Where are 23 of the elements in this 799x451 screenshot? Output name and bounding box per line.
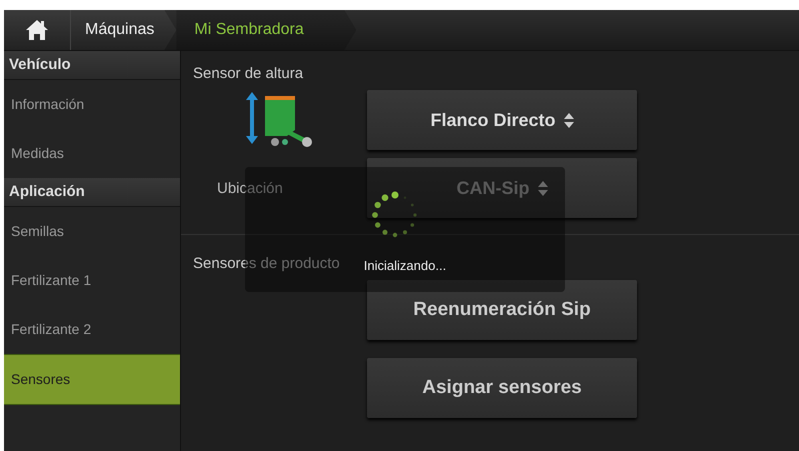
sidebar-item[interactable]: Fertilizante 2 (4, 305, 180, 354)
up-down-arrows-icon (538, 180, 548, 196)
action-button[interactable]: Asignar sensores (367, 358, 637, 418)
breadcrumb-tab[interactable]: Mi Sembradora (176, 10, 356, 50)
breadcrumb-tab[interactable]: Máquinas (71, 10, 176, 50)
action-button[interactable]: Reenumeración Sip (367, 280, 637, 340)
loading-text: Inicializando... (364, 258, 446, 273)
sidebar-item[interactable]: Medidas (4, 129, 180, 178)
section-title: Sensores de producto (193, 255, 340, 272)
sidebar-item[interactable]: Fertilizante 1 (4, 256, 180, 305)
sidebar-item[interactable]: Semillas (4, 207, 180, 256)
section-title: Sensor de altura (193, 65, 304, 82)
mode-dropdown[interactable]: Flanco Directo (367, 90, 637, 150)
up-down-arrows-icon (564, 112, 574, 128)
home-icon (24, 18, 50, 42)
sidebar-item[interactable]: Sensores (4, 354, 180, 405)
seeder-icon (265, 96, 312, 147)
home-button[interactable] (4, 10, 71, 50)
sidebar-item[interactable]: Información (4, 80, 180, 129)
sidebar-heading: Aplicación (4, 178, 180, 207)
sidebar-heading: Vehículo (4, 51, 180, 80)
field-label: Ubicación (216, 180, 284, 196)
up-down-arrow-icon (246, 92, 258, 144)
